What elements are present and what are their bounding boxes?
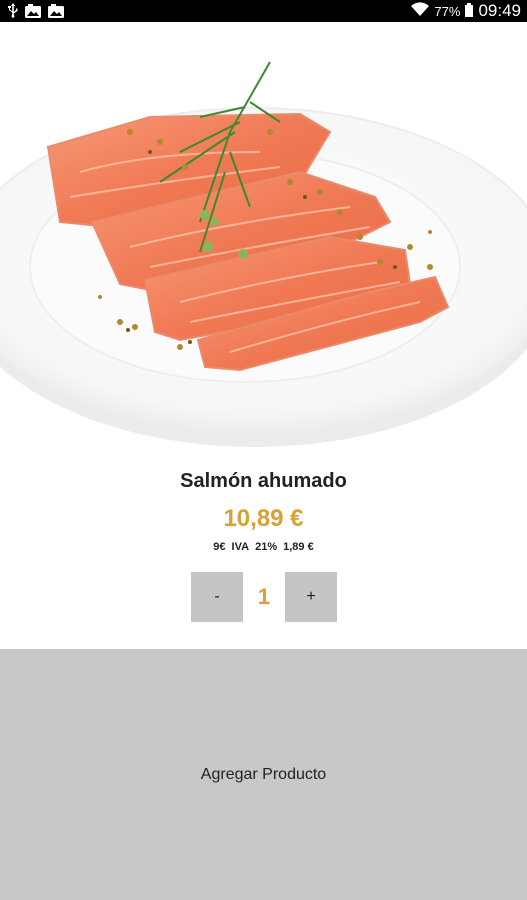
tax-amount: 1,89 € — [283, 541, 314, 553]
photo-icon — [48, 3, 64, 23]
usb-icon — [8, 3, 18, 23]
quantity-decrease-button[interactable]: - — [191, 572, 243, 622]
tax-breakdown: 9€ IVA 21% 1,89 € — [0, 541, 527, 553]
status-bar: 77% 09:49 — [0, 0, 527, 22]
product-price: 10,89 € — [223, 505, 304, 532]
product-name: Salmón ahumado — [180, 470, 347, 492]
status-right-icons: 77% 09:49 — [411, 0, 521, 22]
tax-label: IVA — [231, 541, 250, 553]
photo-icon — [25, 3, 41, 23]
add-product-button[interactable]: Agregar Producto — [0, 649, 527, 900]
battery-icon — [465, 2, 474, 20]
tax-rate: 21% — [255, 541, 278, 553]
quantity-value: 1 — [257, 584, 271, 609]
status-left-icons — [8, 3, 64, 23]
status-time: 09:49 — [478, 1, 521, 20]
quantity-increase-button[interactable]: + — [285, 572, 337, 622]
smoked-salmon-plate-image — [0, 22, 527, 462]
tax-base: 9€ — [213, 541, 226, 553]
wifi-icon — [411, 2, 430, 20]
battery-percent: 77% — [434, 3, 461, 19]
product-detail-screen: 77% 09:49 Salmón ahumado 10,89 € 9€ IVA … — [0, 0, 527, 900]
